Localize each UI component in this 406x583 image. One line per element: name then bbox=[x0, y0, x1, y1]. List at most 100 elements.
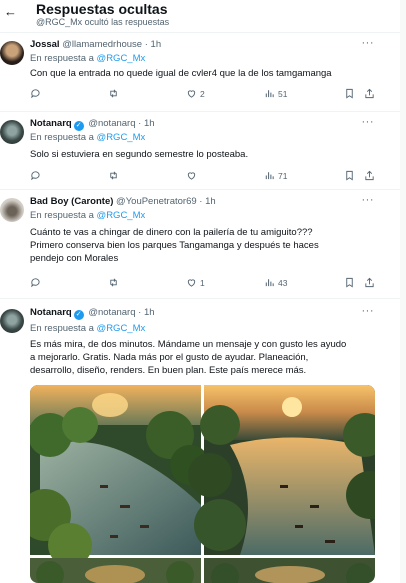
tweet-media[interactable] bbox=[30, 385, 375, 583]
reply-prefix: En respuesta a bbox=[30, 210, 94, 221]
tweet[interactable]: Jossal @llamamedrhouse · 1h ··· En respu… bbox=[0, 32, 400, 111]
views-count: 51 bbox=[278, 89, 288, 99]
avatar[interactable] bbox=[0, 309, 24, 333]
verified-icon: ✓ bbox=[73, 121, 84, 131]
page-subtitle: @RGC_Mx ocultó las respuestas bbox=[36, 17, 170, 27]
more-icon[interactable]: ··· bbox=[362, 37, 375, 49]
bookmark-icon bbox=[346, 88, 353, 99]
tweet-text-line: pendejo con Morales bbox=[30, 253, 119, 264]
reply-prefix: En respuesta a bbox=[30, 323, 94, 334]
bookmark-icon bbox=[346, 170, 353, 181]
share-icon bbox=[365, 88, 374, 99]
header: ← Respuestas ocultas @RGC_Mx ocultó las … bbox=[0, 0, 406, 32]
views-button[interactable]: 71 bbox=[264, 170, 287, 182]
tweet[interactable]: Notanarq ✓ @notanarq · 1h ··· En respuest… bbox=[0, 111, 400, 189]
reply-prefix: En respuesta a bbox=[30, 132, 94, 143]
views-icon bbox=[265, 172, 274, 180]
avatar[interactable] bbox=[0, 41, 24, 65]
share-button[interactable] bbox=[364, 170, 375, 182]
user-handle[interactable]: @notanarq bbox=[88, 307, 135, 318]
tweet-text-line: a mejorarlo. Gratis. Nada más por el gus… bbox=[30, 352, 309, 363]
views-count: 71 bbox=[278, 171, 288, 181]
like-button[interactable]: 2 bbox=[186, 88, 205, 100]
like-count: 1 bbox=[200, 278, 205, 288]
back-arrow-icon[interactable]: ← bbox=[4, 4, 17, 19]
media-image-2 bbox=[188, 385, 375, 555]
tweet-text-line: Cuánto te vas a chingar de dinero con la… bbox=[30, 227, 313, 238]
share-button[interactable] bbox=[364, 88, 375, 100]
views-button[interactable]: 43 bbox=[264, 277, 287, 289]
bookmark-button[interactable] bbox=[344, 277, 355, 289]
user-handle[interactable]: @llamamedrhouse bbox=[62, 39, 142, 50]
retweet-icon bbox=[110, 171, 117, 180]
tweet-text: Con que la entrada no quede igual de cvl… bbox=[30, 68, 332, 79]
reply-prefix: En respuesta a bbox=[30, 53, 94, 64]
like-button[interactable]: 1 bbox=[186, 277, 205, 289]
bookmark-icon bbox=[346, 277, 353, 288]
tweet-text-line: Es más mira, de dos minutos. Mándame un … bbox=[30, 339, 347, 350]
user-name[interactable]: Bad Boy (Caronte) bbox=[30, 196, 113, 207]
tweet-text-line: desarrollo, diseño, renders. En buen pla… bbox=[30, 365, 307, 376]
more-icon[interactable]: ··· bbox=[362, 305, 375, 317]
tweet-time[interactable]: · 1h bbox=[199, 196, 215, 207]
views-count: 43 bbox=[278, 278, 288, 288]
tweet-time[interactable]: · 1h bbox=[138, 118, 154, 129]
more-icon[interactable]: ··· bbox=[362, 194, 375, 206]
tweet-header: Bad Boy (Caronte) @YouPenetrator69 · 1h bbox=[30, 196, 216, 207]
reply-context: En respuesta a @RGC_Mx bbox=[30, 323, 145, 334]
share-icon bbox=[365, 277, 374, 288]
tweet-text-line: Primero conserva bien los parques Tangam… bbox=[30, 240, 319, 251]
bookmark-button[interactable] bbox=[344, 88, 355, 100]
retweet-button[interactable] bbox=[108, 277, 119, 289]
tweet-actions: 1 43 bbox=[30, 277, 375, 291]
reply-mention[interactable]: @RGC_Mx bbox=[97, 323, 146, 334]
reply-button[interactable] bbox=[30, 277, 41, 289]
user-handle[interactable]: @YouPenetrator69 bbox=[116, 196, 197, 207]
like-icon bbox=[187, 279, 196, 287]
retweet-button[interactable] bbox=[108, 88, 119, 100]
tweet-actions: 2 51 bbox=[30, 88, 375, 102]
reply-icon bbox=[31, 278, 40, 288]
reply-icon bbox=[31, 89, 40, 99]
tweet-header: Notanarq ✓ @notanarq · 1h bbox=[30, 307, 155, 320]
like-icon bbox=[187, 172, 196, 180]
views-icon bbox=[265, 90, 274, 98]
reply-mention[interactable]: @RGC_Mx bbox=[97, 132, 146, 143]
more-icon[interactable]: ··· bbox=[362, 116, 375, 128]
scrollbar[interactable] bbox=[400, 0, 406, 583]
user-name[interactable]: Notanarq bbox=[30, 118, 72, 129]
tweet-actions: 71 bbox=[30, 170, 375, 184]
retweet-icon bbox=[110, 278, 117, 287]
tweet-text: Es más mira, de dos minutos. Mándame un … bbox=[30, 338, 375, 377]
media-grid bbox=[30, 385, 375, 583]
reply-mention[interactable]: @RGC_Mx bbox=[97, 53, 146, 64]
views-icon bbox=[265, 279, 274, 287]
like-icon bbox=[187, 90, 196, 98]
user-handle[interactable]: @notanarq bbox=[88, 118, 135, 129]
user-name[interactable]: Notanarq bbox=[30, 307, 72, 318]
page-title: Respuestas ocultas bbox=[36, 1, 168, 17]
avatar[interactable] bbox=[0, 198, 24, 222]
retweet-button[interactable] bbox=[108, 170, 119, 182]
verified-icon: ✓ bbox=[73, 310, 84, 320]
tweet-time[interactable]: · 1h bbox=[145, 39, 161, 50]
tweet-time[interactable]: · 1h bbox=[138, 307, 154, 318]
like-button[interactable] bbox=[186, 170, 197, 182]
reply-icon bbox=[31, 171, 40, 181]
reply-button[interactable] bbox=[30, 88, 41, 100]
like-count: 2 bbox=[200, 89, 205, 99]
reply-mention[interactable]: @RGC_Mx bbox=[97, 210, 146, 221]
reply-context: En respuesta a @RGC_Mx bbox=[30, 53, 145, 64]
reply-context: En respuesta a @RGC_Mx bbox=[30, 132, 145, 143]
media-image-1 bbox=[30, 385, 210, 567]
media-image-4 bbox=[204, 558, 375, 583]
avatar[interactable] bbox=[0, 120, 24, 144]
reply-button[interactable] bbox=[30, 170, 41, 182]
views-button[interactable]: 51 bbox=[264, 88, 287, 100]
tweet[interactable]: Bad Boy (Caronte) @YouPenetrator69 · 1h … bbox=[0, 189, 400, 298]
tweet-text: Solo si estuviera en segundo semestre lo… bbox=[30, 149, 249, 160]
user-name[interactable]: Jossal bbox=[30, 39, 60, 50]
bookmark-button[interactable] bbox=[344, 170, 355, 182]
tweet-header: Notanarq ✓ @notanarq · 1h bbox=[30, 118, 155, 131]
share-button[interactable] bbox=[364, 277, 375, 289]
